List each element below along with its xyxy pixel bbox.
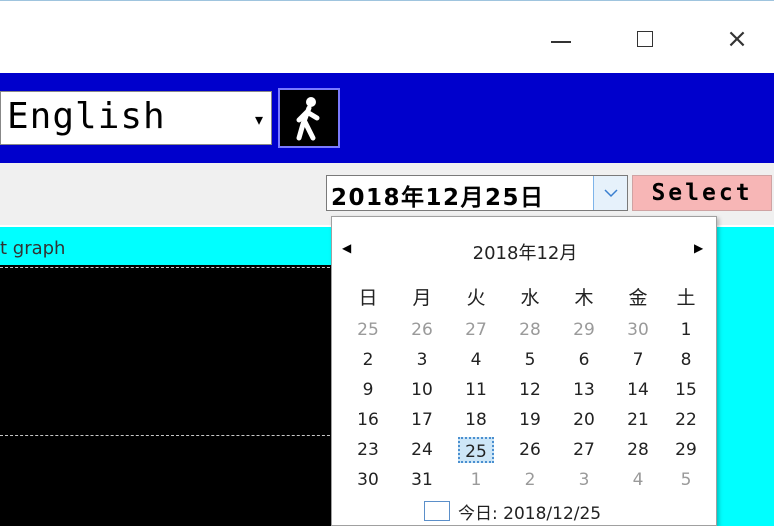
calendar-day[interactable]: 21 bbox=[620, 407, 656, 433]
calendar-day[interactable]: 8 bbox=[668, 347, 704, 373]
grid-line bbox=[0, 435, 340, 436]
calendar-day[interactable]: 28 bbox=[620, 437, 656, 463]
calendar-day[interactable]: 12 bbox=[512, 377, 548, 403]
calendar-day[interactable]: 30 bbox=[620, 317, 656, 343]
calendar-day[interactable]: 26 bbox=[404, 317, 440, 343]
weekday-header: 金 bbox=[628, 287, 648, 309]
today-label: 今日: 2018/12/25 bbox=[458, 503, 602, 524]
calendar-day[interactable]: 10 bbox=[404, 377, 440, 403]
date-picker[interactable]: 2018年12月25日 bbox=[326, 175, 628, 211]
calendar-day[interactable]: 13 bbox=[566, 377, 602, 403]
minimize-icon bbox=[551, 41, 571, 43]
language-select[interactable]: English ▾ bbox=[0, 91, 272, 145]
calendar-day[interactable]: 17 bbox=[404, 407, 440, 433]
calendar-day[interactable]: 20 bbox=[566, 407, 602, 433]
calendar-day[interactable]: 15 bbox=[668, 377, 704, 403]
weekday-header: 木 bbox=[574, 287, 594, 309]
graph-canvas bbox=[0, 265, 340, 526]
title-bar: × bbox=[0, 0, 774, 73]
calendar-day[interactable]: 27 bbox=[566, 437, 602, 463]
date-value: 2018年12月25日 bbox=[331, 185, 545, 211]
calendar-day[interactable]: 29 bbox=[566, 317, 602, 343]
calendar-day[interactable]: 1 bbox=[668, 317, 704, 343]
calendar-day[interactable]: 4 bbox=[458, 347, 494, 373]
calendar-day[interactable]: 19 bbox=[512, 407, 548, 433]
chevron-down-icon bbox=[603, 189, 618, 198]
close-icon: × bbox=[726, 24, 748, 54]
calendar-day[interactable]: 4 bbox=[620, 467, 656, 493]
walk-button[interactable] bbox=[278, 88, 340, 148]
calendar-day[interactable]: 5 bbox=[512, 347, 548, 373]
calendar-day[interactable]: 1 bbox=[458, 467, 494, 493]
calendar-day[interactable]: 26 bbox=[512, 437, 548, 463]
calendar-day[interactable]: 23 bbox=[350, 437, 386, 463]
maximize-button[interactable] bbox=[622, 19, 668, 59]
calendar-day[interactable]: 27 bbox=[458, 317, 494, 343]
calendar-day[interactable]: 9 bbox=[350, 377, 386, 403]
calendar-day[interactable]: 28 bbox=[512, 317, 548, 343]
language-value: English bbox=[7, 96, 166, 137]
calendar-day[interactable]: 6 bbox=[566, 347, 602, 373]
calendar-day[interactable]: 5 bbox=[668, 467, 704, 493]
calendar-day[interactable]: 16 bbox=[350, 407, 386, 433]
calendar-day[interactable]: 30 bbox=[350, 467, 386, 493]
calendar-day[interactable]: 14 bbox=[620, 377, 656, 403]
grid-line bbox=[0, 267, 340, 268]
calendar-day[interactable]: 25 bbox=[350, 317, 386, 343]
calendar-day[interactable]: 3 bbox=[404, 347, 440, 373]
calendar-day[interactable]: 3 bbox=[566, 467, 602, 493]
today-link[interactable]: 今日: 2018/12/25 bbox=[424, 499, 602, 524]
close-button[interactable]: × bbox=[714, 19, 760, 59]
maximize-icon bbox=[637, 31, 653, 47]
weekday-header: 日 bbox=[358, 287, 378, 309]
weekday-header: 土 bbox=[676, 287, 696, 309]
date-dropdown-button[interactable] bbox=[593, 176, 627, 210]
calendar-day[interactable]: 24 bbox=[404, 437, 440, 463]
calendar-day[interactable]: 31 bbox=[404, 467, 440, 493]
weekday-header: 水 bbox=[520, 287, 540, 309]
calendar-month-title[interactable]: 2018年12月 bbox=[332, 239, 718, 265]
weekday-header: 月 bbox=[412, 287, 432, 309]
calendar-day[interactable]: 18 bbox=[458, 407, 494, 433]
calendar-day[interactable]: 29 bbox=[668, 437, 704, 463]
today-marker-icon bbox=[424, 501, 450, 521]
toolbar: English ▾ bbox=[0, 73, 774, 163]
graph-label: t graph bbox=[0, 238, 66, 259]
walking-person-icon bbox=[296, 97, 320, 141]
dropdown-arrow-icon: ▾ bbox=[255, 110, 264, 129]
calendar-day[interactable]: 2 bbox=[350, 347, 386, 373]
calendar-popup: ◀ ▶ 2018年12月 今日: 2018/12/25 日月火水木金土 25 26 2… bbox=[331, 216, 717, 526]
minimize-button[interactable] bbox=[538, 19, 584, 59]
calendar-day[interactable]: 22 bbox=[668, 407, 704, 433]
calendar-day[interactable]: 2 bbox=[512, 467, 548, 493]
calendar-day-selected[interactable]: 25 bbox=[458, 437, 494, 463]
select-button[interactable]: Select bbox=[632, 175, 772, 211]
calendar-day[interactable]: 7 bbox=[620, 347, 656, 373]
weekday-header: 火 bbox=[466, 287, 486, 309]
calendar-day[interactable]: 11 bbox=[458, 377, 494, 403]
